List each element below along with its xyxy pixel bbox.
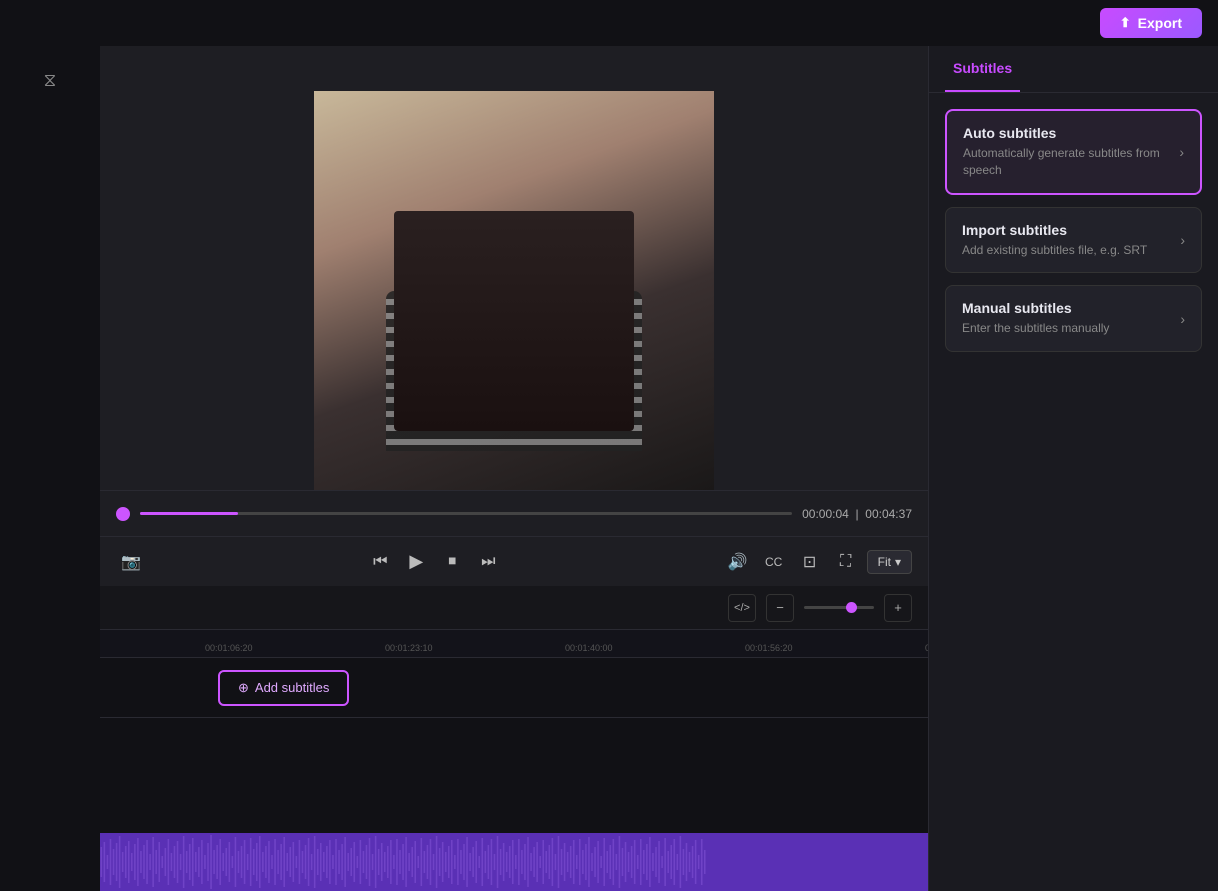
progress-dot	[116, 507, 130, 521]
option-auto-text: Auto subtitles Automatically generate su…	[963, 125, 1171, 179]
shirt-detail	[386, 291, 642, 451]
panel-content: Auto subtitles Automatically generate su…	[929, 93, 1218, 368]
crop-button[interactable]: ⊡	[795, 547, 825, 577]
audio-waveform	[0, 833, 928, 891]
export-button[interactable]: ⬆ Export	[1100, 8, 1202, 38]
fullscreen-button[interactable]: ⛶	[831, 547, 861, 577]
zoom-slider[interactable]	[804, 606, 874, 609]
option-manual-subtitles[interactable]: Manual subtitles Enter the subtitles man…	[945, 285, 1202, 352]
ruler-tick-2: 00:01:23:10	[385, 643, 433, 653]
import-subtitle-title: Import subtitles	[962, 222, 1172, 238]
zoom-in-button[interactable]: +	[884, 594, 912, 622]
time-separator: |	[852, 507, 865, 521]
video-thumbnail	[314, 91, 714, 491]
rewind-button[interactable]: ⏮	[365, 547, 395, 577]
filter-icon[interactable]: ⧖	[32, 62, 68, 98]
option-auto-subtitles[interactable]: Auto subtitles Automatically generate su…	[945, 109, 1202, 195]
progress-fill	[140, 512, 238, 515]
right-panel: Subtitles Auto subtitles Automatically g…	[928, 46, 1218, 891]
zoom-thumb	[846, 602, 857, 613]
time-display: 00:00:04 | 00:04:37	[802, 507, 912, 521]
add-subtitle-label: Add subtitles	[255, 680, 329, 695]
progress-row: 00:00:04 | 00:04:37	[100, 490, 928, 536]
stop-button[interactable]: ⏹	[437, 547, 467, 577]
audio-track	[0, 833, 928, 891]
top-bar: ⬆ Export	[0, 0, 1218, 46]
forward-button[interactable]: ⏭	[473, 547, 503, 577]
ruler-tick-1: 00:01:06:20	[205, 643, 253, 653]
play-button[interactable]: ▶	[401, 547, 431, 577]
video-area	[100, 46, 928, 536]
subtitle-track: ⊕ Add subtitles	[0, 658, 928, 718]
export-label: Export	[1138, 15, 1182, 31]
manual-subtitle-title: Manual subtitles	[962, 300, 1172, 316]
auto-subtitle-chevron-icon: ›	[1179, 144, 1184, 160]
code-view-button[interactable]: </>	[728, 594, 756, 622]
import-subtitle-chevron-icon: ›	[1180, 232, 1185, 248]
fit-chevron-icon: ▾	[895, 555, 901, 569]
add-subtitles-button[interactable]: ⊕ Add subtitles	[218, 670, 349, 706]
timeline-toolbar: </> − +	[0, 586, 928, 630]
timeline-ruler: 00:00:50:00 00:01:06:20 00:01:23:10 00:0…	[0, 630, 928, 658]
total-time: 00:04:37	[865, 507, 912, 521]
volume-button[interactable]: 🔊	[723, 547, 753, 577]
option-import-text: Import subtitles Add existing subtitles …	[962, 222, 1172, 259]
panel-tabs: Subtitles	[929, 46, 1218, 93]
tab-subtitles[interactable]: Subtitles	[945, 46, 1020, 92]
auto-subtitle-title: Auto subtitles	[963, 125, 1171, 141]
left-sidebar: ⧖	[0, 46, 100, 891]
captions-button[interactable]: CC	[759, 547, 789, 577]
export-icon: ⬆	[1120, 15, 1131, 31]
timeline-area: </> − + 00:00:50:00 00:01:06:20 00:01:23…	[0, 586, 928, 891]
fit-label: Fit	[878, 555, 891, 569]
zoom-track	[804, 606, 874, 609]
manual-subtitle-desc: Enter the subtitles manually	[962, 320, 1172, 337]
fit-select[interactable]: Fit ▾	[867, 550, 912, 574]
zoom-out-button[interactable]: −	[766, 594, 794, 622]
option-manual-text: Manual subtitles Enter the subtitles man…	[962, 300, 1172, 337]
timeline-tracks: ⊕ Add subtitles	[0, 658, 928, 891]
ruler-tick-3: 00:01:40:00	[565, 643, 613, 653]
option-import-subtitles[interactable]: Import subtitles Add existing subtitles …	[945, 207, 1202, 274]
auto-subtitle-desc: Automatically generate subtitles from sp…	[963, 145, 1171, 179]
current-time: 00:00:04	[802, 507, 849, 521]
playback-controls: 📷 ⏮ ▶ ⏹ ⏭ 🔊 CC ⊡ ⛶ Fit ▾	[100, 536, 928, 586]
ruler-tick-4: 00:01:56:20	[745, 643, 793, 653]
manual-subtitle-chevron-icon: ›	[1180, 311, 1185, 327]
video-frame	[314, 91, 714, 491]
add-icon: ⊕	[238, 680, 249, 696]
progress-track[interactable]	[140, 512, 792, 515]
screenshot-button[interactable]: 📷	[116, 547, 146, 577]
import-subtitle-desc: Add existing subtitles file, e.g. SRT	[962, 242, 1172, 259]
